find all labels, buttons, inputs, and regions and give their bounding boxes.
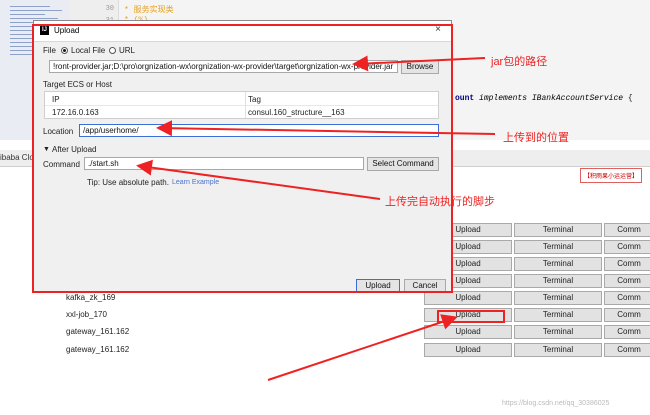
watermark: https://blog.csdn.net/qq_30386025 <box>502 400 610 407</box>
annotation-jar-path: jar包的路径 <box>491 56 548 68</box>
annotation-auto-script: 上传完自动执行的脚步 <box>385 196 495 208</box>
annotation-upload-location: 上传到的位置 <box>503 132 569 144</box>
annotation-arrows <box>136 55 496 381</box>
